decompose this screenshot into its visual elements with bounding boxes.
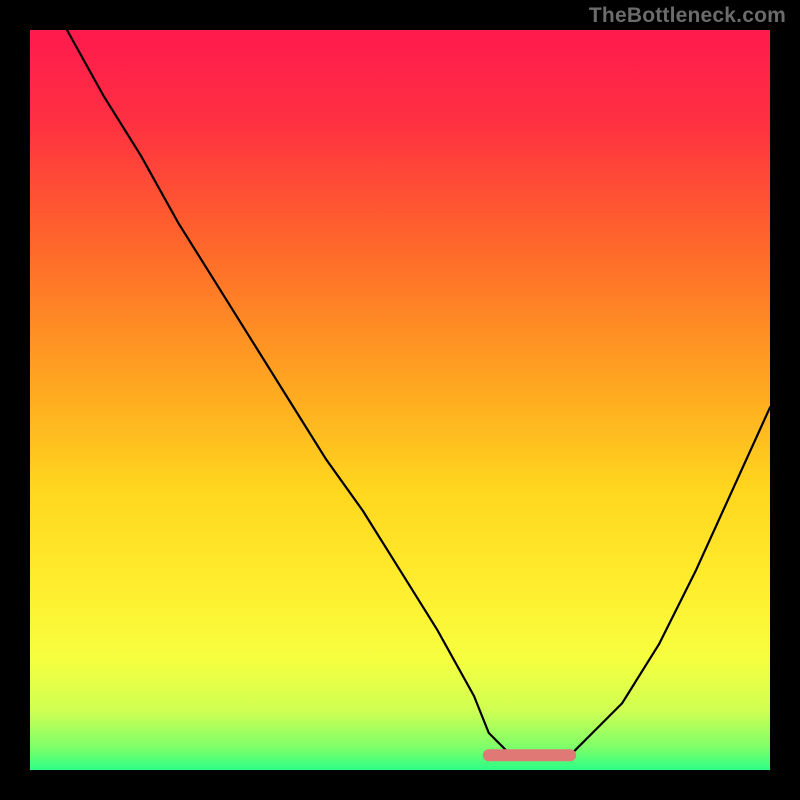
watermark-label: TheBottleneck.com [589,4,786,28]
chart-frame: TheBottleneck.com [0,0,800,800]
gradient-background [30,30,770,770]
bottleneck-chart [0,0,800,800]
